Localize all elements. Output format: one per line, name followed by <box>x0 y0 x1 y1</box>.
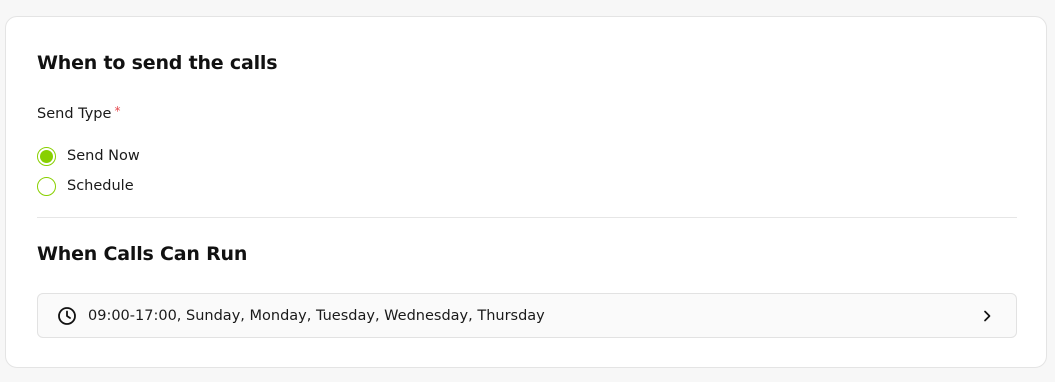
call-window-summary: 09:00-17:00, Sunday, Monday, Tuesday, We… <box>88 307 545 324</box>
radio-schedule[interactable]: Schedule <box>37 175 134 197</box>
section-divider <box>37 217 1017 218</box>
send-settings-card: When to send the calls Send Type * Send N… <box>5 16 1047 368</box>
radio-button-schedule[interactable] <box>37 176 56 196</box>
clock-icon <box>58 306 76 325</box>
radio-selected-dot <box>40 149 53 163</box>
radio-label-schedule: Schedule <box>67 178 134 194</box>
call-window-selector[interactable]: 09:00-17:00, Sunday, Monday, Tuesday, We… <box>37 293 1017 338</box>
required-marker: * <box>114 104 121 118</box>
radio-label-send-now: Send Now <box>67 148 140 164</box>
radio-send-now[interactable]: Send Now <box>37 145 140 167</box>
send-type-label: Send Type * <box>37 104 120 122</box>
section-title-when-to-send: When to send the calls <box>37 52 278 74</box>
section-title-when-calls-can-run: When Calls Can Run <box>37 243 248 265</box>
send-type-label-text: Send Type <box>37 106 112 122</box>
radio-button-send-now[interactable] <box>37 146 56 166</box>
chevron-right-icon <box>984 310 991 321</box>
